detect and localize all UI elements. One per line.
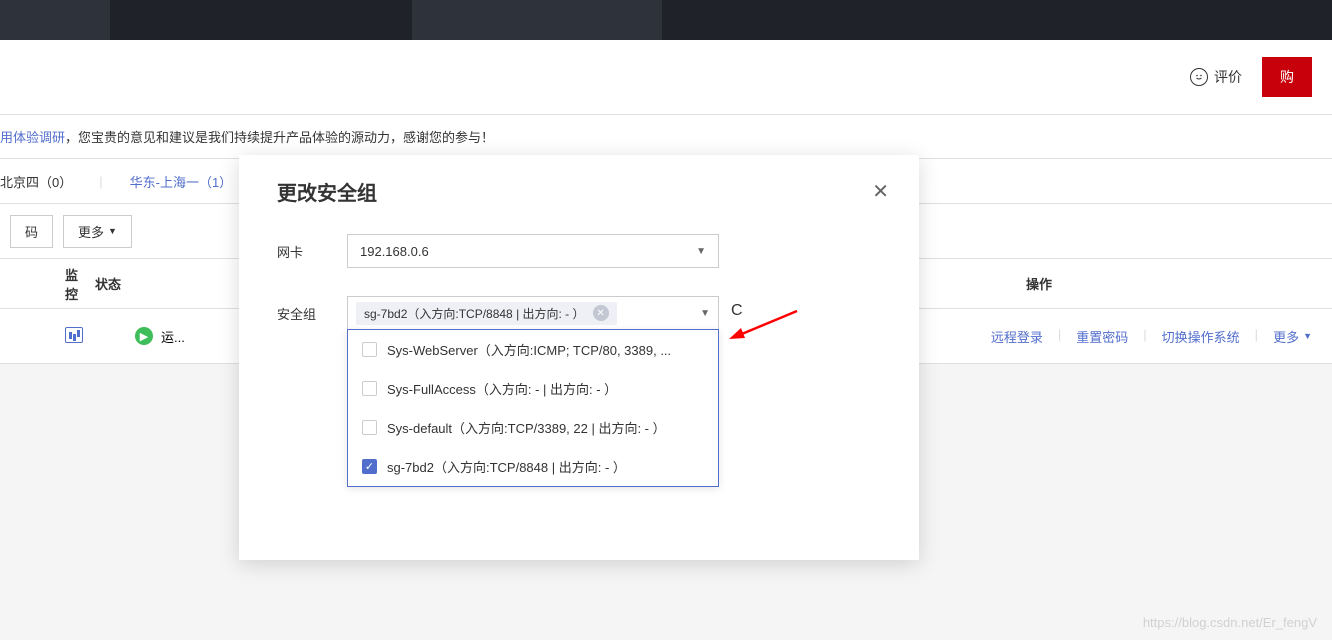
sg-multi-select[interactable]: sg-7bd2（入方向:TCP/8848 | 出方向: - ） ✕ ▼ — [347, 296, 719, 330]
sg-option-default[interactable]: Sys-default（入方向:TCP/3389, 22 | 出方向: - ） — [348, 408, 718, 447]
sg-option-webserver[interactable]: Sys-WebServer（入方向:ICMP; TCP/80, 3389, ..… — [348, 330, 718, 369]
sg-option-7bd2[interactable]: ✓ sg-7bd2（入方向:TCP/8848 | 出方向: - ） — [348, 447, 718, 486]
selected-sg-tag: sg-7bd2（入方向:TCP/8848 | 出方向: - ） ✕ — [356, 302, 617, 325]
close-icon: ✕ — [872, 181, 889, 203]
chevron-down-icon: ▼ — [696, 246, 706, 257]
close-button[interactable]: ✕ — [872, 179, 889, 204]
modal-title: 更改安全组 — [277, 177, 377, 206]
sg-label: 安全组 — [277, 296, 347, 323]
checkbox-unchecked[interactable] — [362, 342, 377, 357]
sg-option-fullaccess[interactable]: Sys-FullAccess（入方向: - | 出方向: - ） — [348, 369, 718, 408]
nic-value: 192.168.0.6 — [360, 244, 429, 259]
sg-dropdown-list: Sys-WebServer（入方向:ICMP; TCP/80, 3389, ..… — [347, 329, 719, 487]
refresh-icon: C — [731, 302, 743, 319]
checkbox-checked[interactable]: ✓ — [362, 459, 377, 474]
tag-remove-icon[interactable]: ✕ — [593, 305, 609, 321]
nic-label: 网卡 — [277, 234, 347, 261]
checkbox-unchecked[interactable] — [362, 381, 377, 396]
chevron-down-icon: ▼ — [700, 308, 710, 319]
nic-select[interactable]: 192.168.0.6 ▼ — [347, 234, 719, 268]
checkbox-unchecked[interactable] — [362, 420, 377, 435]
refresh-button[interactable]: C — [731, 296, 743, 320]
modal-overlay: 更改安全组 ✕ 网卡 192.168.0.6 ▼ 安全组 sg-7bd2（入方向… — [0, 0, 1332, 640]
security-group-modal: 更改安全组 ✕ 网卡 192.168.0.6 ▼ 安全组 sg-7bd2（入方向… — [239, 155, 919, 560]
